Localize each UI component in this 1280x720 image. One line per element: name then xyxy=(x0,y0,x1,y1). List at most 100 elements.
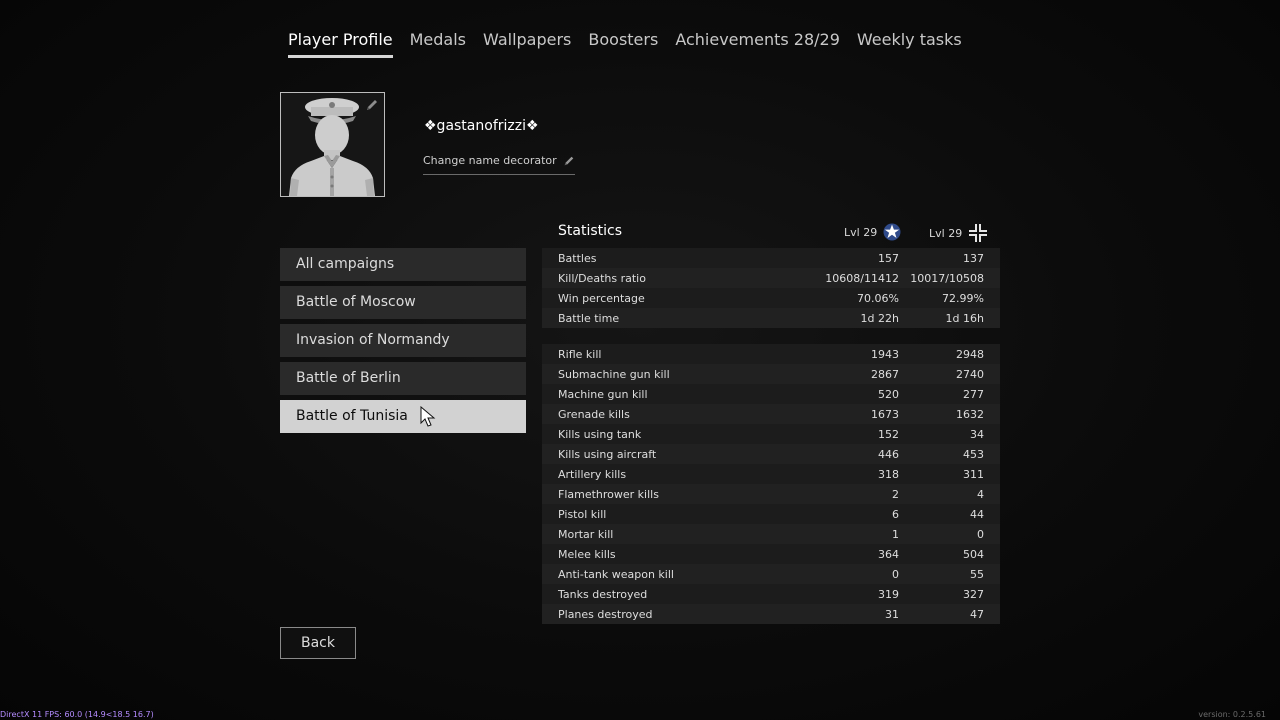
axis-value: 453 xyxy=(963,447,984,461)
change-name-label: Change name decorator xyxy=(423,154,557,167)
axis-cross-icon xyxy=(969,224,988,242)
axis-value: 34 xyxy=(970,427,984,441)
version-label: version: 0.2.5.61 xyxy=(1198,710,1266,719)
campaign-moscow[interactable]: Battle of Moscow xyxy=(280,286,526,319)
campaign-tunisia[interactable]: Battle of Tunisia xyxy=(280,400,526,433)
statistics-title: Statistics xyxy=(558,223,622,239)
axis-value: 2948 xyxy=(956,347,984,361)
stat-label: Win percentage xyxy=(558,291,645,305)
axis-value: 72.99% xyxy=(942,291,984,305)
stat-label: Battles xyxy=(558,251,597,265)
stat-label: Flamethrower kills xyxy=(558,487,659,501)
kill-stats-table: Rifle kill 1943 2948 Submachine gun kill… xyxy=(542,344,1000,624)
table-row: Kill/Deaths ratio 10608/11412 10017/1050… xyxy=(542,268,1000,288)
table-row: Battles 157 137 xyxy=(542,248,1000,268)
allies-value: 0 xyxy=(892,567,899,581)
stat-label: Rifle kill xyxy=(558,347,602,361)
stat-label: Tanks destroyed xyxy=(558,587,648,601)
table-row: Mortar kill 1 0 xyxy=(542,524,1000,544)
stat-label: Kill/Deaths ratio xyxy=(558,271,646,285)
tab-weekly-tasks[interactable]: Weekly tasks xyxy=(857,30,962,58)
table-row: Melee kills 364 504 xyxy=(542,544,1000,564)
table-row: Tanks destroyed 319 327 xyxy=(542,584,1000,604)
axis-value: 4 xyxy=(977,487,984,501)
allies-value: 10608/11412 xyxy=(825,271,899,285)
stat-label: Melee kills xyxy=(558,547,616,561)
axis-value: 1d 16h xyxy=(945,311,984,325)
pencil-icon[interactable] xyxy=(365,98,379,112)
table-row: Rifle kill 1943 2948 xyxy=(542,344,1000,364)
axis-value: 1632 xyxy=(956,407,984,421)
campaign-berlin[interactable]: Battle of Berlin xyxy=(280,362,526,395)
axis-value: 327 xyxy=(963,587,984,601)
tab-boosters[interactable]: Boosters xyxy=(588,30,658,58)
campaign-all[interactable]: All campaigns xyxy=(280,248,526,281)
pencil-icon xyxy=(564,156,573,165)
tab-player-profile[interactable]: Player Profile xyxy=(288,30,393,58)
axis-value: 44 xyxy=(970,507,984,521)
allies-value: 1 xyxy=(892,527,899,541)
axis-value: 2740 xyxy=(956,367,984,381)
axis-value: 504 xyxy=(963,547,984,561)
stat-label: Machine gun kill xyxy=(558,387,648,401)
stat-label: Mortar kill xyxy=(558,527,614,541)
allies-value: 319 xyxy=(878,587,899,601)
allies-star-icon xyxy=(883,223,901,241)
summary-stats-table: Battles 157 137 Kill/Deaths ratio 10608/… xyxy=(542,248,1000,328)
avatar[interactable] xyxy=(280,92,385,197)
table-row: Anti-tank weapon kill 0 55 xyxy=(542,564,1000,584)
back-button[interactable]: Back xyxy=(280,627,356,659)
allies-value: 1673 xyxy=(871,407,899,421)
table-row: Grenade kills 1673 1632 xyxy=(542,404,1000,424)
tab-medals[interactable]: Medals xyxy=(410,30,466,58)
stat-label: Battle time xyxy=(558,311,620,325)
table-row: Win percentage 70.06% 72.99% xyxy=(542,288,1000,308)
table-row: Submachine gun kill 2867 2740 xyxy=(542,364,1000,384)
axis-value: 47 xyxy=(970,607,984,621)
tab-achievements[interactable]: Achievements 28/29 xyxy=(675,30,840,58)
allies-value: 70.06% xyxy=(857,291,899,305)
stat-label: Pistol kill xyxy=(558,507,607,521)
campaign-normandy[interactable]: Invasion of Normandy xyxy=(280,324,526,357)
profile-tabs: Player Profile Medals Wallpapers Booster… xyxy=(288,30,979,58)
stat-label: Submachine gun kill xyxy=(558,367,670,381)
allies-value: 31 xyxy=(885,607,899,621)
axis-value: 0 xyxy=(977,527,984,541)
table-row: Kills using aircraft 446 453 xyxy=(542,444,1000,464)
stat-label: Kills using tank xyxy=(558,427,642,441)
stat-label: Anti-tank weapon kill xyxy=(558,567,674,581)
player-name: ❖gastanofrizzi❖ xyxy=(424,118,539,134)
axis-level: Lvl 29 xyxy=(929,223,988,243)
allies-value: 318 xyxy=(878,467,899,481)
fps-counter: DirectX 11 FPS: 60.0 (14.9<18.5 16.7) xyxy=(0,710,154,719)
allies-value: 2 xyxy=(892,487,899,501)
allies-value: 364 xyxy=(878,547,899,561)
mouse-cursor-icon xyxy=(420,406,436,427)
allies-value: 2867 xyxy=(871,367,899,381)
table-row: Machine gun kill 520 277 xyxy=(542,384,1000,404)
allies-value: 446 xyxy=(878,447,899,461)
allies-value: 520 xyxy=(878,387,899,401)
table-row: Flamethrower kills 2 4 xyxy=(542,484,1000,504)
axis-value: 10017/10508 xyxy=(910,271,984,285)
axis-value: 311 xyxy=(963,467,984,481)
axis-value: 137 xyxy=(963,251,984,265)
change-name-decorator-button[interactable]: Change name decorator xyxy=(423,154,575,175)
allies-value: 1d 22h xyxy=(860,311,899,325)
tab-wallpapers[interactable]: Wallpapers xyxy=(483,30,571,58)
stat-label: Artillery kills xyxy=(558,467,627,481)
allies-value: 157 xyxy=(878,251,899,265)
table-row: Battle time 1d 22h 1d 16h xyxy=(542,308,1000,328)
allies-value: 152 xyxy=(878,427,899,441)
axis-level-text: Lvl 29 xyxy=(929,226,963,240)
table-row: Planes destroyed 31 47 xyxy=(542,604,1000,624)
axis-value: 55 xyxy=(970,567,984,581)
table-row: Pistol kill 6 44 xyxy=(542,504,1000,524)
allies-level-text: Lvl 29 xyxy=(844,225,878,239)
allies-level: Lvl 29 xyxy=(844,223,901,241)
axis-value: 277 xyxy=(963,387,984,401)
allies-value: 1943 xyxy=(871,347,899,361)
stat-label: Kills using aircraft xyxy=(558,447,657,461)
table-row: Artillery kills 318 311 xyxy=(542,464,1000,484)
campaign-list: All campaigns Battle of Moscow Invasion … xyxy=(280,248,526,438)
